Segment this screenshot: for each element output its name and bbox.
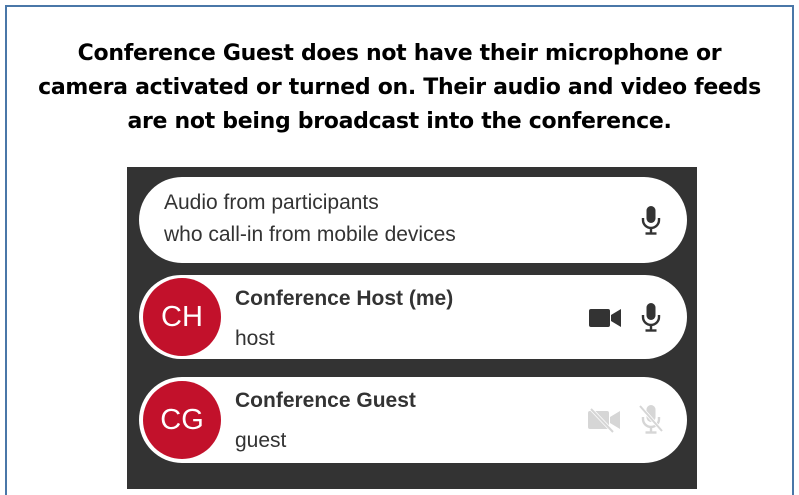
participant-name: Conference Guest: [235, 389, 416, 412]
participants-panel: Audio from participants who call-in from…: [127, 167, 697, 489]
mobile-audio-line1: Audio from participants: [164, 191, 379, 214]
avatar-initials: CG: [160, 403, 204, 436]
microphone-icon[interactable]: [641, 302, 661, 332]
camera-off-icon[interactable]: [587, 407, 623, 433]
microphone-off-icon[interactable]: [637, 403, 665, 435]
participant-role: host: [235, 327, 275, 350]
avatar: CH: [143, 278, 221, 356]
avatar: CG: [143, 381, 221, 459]
caption-text: Conference Guest does not have their mic…: [38, 41, 761, 134]
participant-role: guest: [235, 429, 287, 452]
mobile-audio-label: Audio from participants who call-in from…: [164, 187, 456, 251]
avatar-initials: CH: [161, 300, 203, 333]
mobile-audio-row[interactable]: Audio from participants who call-in from…: [139, 177, 687, 263]
participant-row-guest[interactable]: CG Conference Guest guest: [139, 377, 687, 463]
participant-row-host[interactable]: CH Conference Host (me) host: [139, 275, 687, 359]
mobile-audio-line2: who call-in from mobile devices: [164, 223, 456, 246]
microphone-icon[interactable]: [641, 205, 661, 235]
camera-icon[interactable]: [589, 307, 623, 329]
participant-name: Conference Host (me): [235, 287, 454, 310]
